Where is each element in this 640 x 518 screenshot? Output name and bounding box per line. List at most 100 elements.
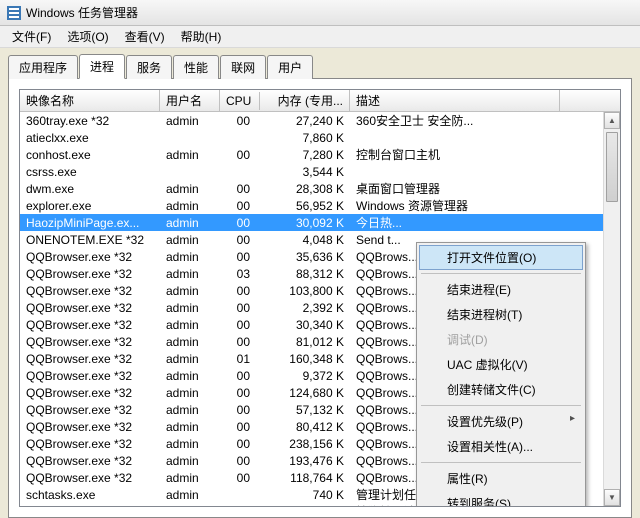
ctx-set-priority[interactable]: 设置优先级(P) bbox=[419, 409, 583, 434]
cell-mem: 118,764 K bbox=[260, 471, 350, 485]
cell-user: admin bbox=[160, 386, 220, 400]
ctx-uac-virtualization[interactable]: UAC 虚拟化(V) bbox=[419, 352, 583, 377]
col-desc[interactable]: 描述 bbox=[350, 90, 560, 111]
cell-name: dwm.exe bbox=[20, 182, 160, 196]
cell-user: admin bbox=[160, 437, 220, 451]
cell-cpu: 00 bbox=[220, 437, 260, 451]
cell-mem: 7,280 K bbox=[260, 148, 350, 162]
cell-user: admin bbox=[160, 505, 220, 508]
ctx-open-file-location[interactable]: 打开文件位置(O) bbox=[419, 245, 583, 270]
cell-mem: 238,156 K bbox=[260, 437, 350, 451]
cell-desc: Windows 资源管理器 bbox=[350, 197, 560, 214]
cell-mem: 22,760 K bbox=[260, 505, 350, 508]
cell-name: QQBrowser.exe *32 bbox=[20, 420, 160, 434]
tab-services[interactable]: 服务 bbox=[126, 55, 172, 79]
cell-user: admin bbox=[160, 335, 220, 349]
cell-cpu: 00 bbox=[220, 301, 260, 315]
cell-cpu: 00 bbox=[220, 505, 260, 508]
cell-name: csrss.exe bbox=[20, 165, 160, 179]
cell-mem: 740 K bbox=[260, 488, 350, 502]
table-row[interactable]: 360tray.exe *32admin0027,240 K360安全卫士 安全… bbox=[20, 112, 620, 129]
ctx-create-dump[interactable]: 创建转储文件(C) bbox=[419, 377, 583, 402]
cell-mem: 88,312 K bbox=[260, 267, 350, 281]
cell-name: explorer.exe bbox=[20, 199, 160, 213]
tab-applications[interactable]: 应用程序 bbox=[8, 55, 78, 79]
cell-mem: 35,636 K bbox=[260, 250, 350, 264]
cell-cpu: 00 bbox=[220, 369, 260, 383]
cell-mem: 3,544 K bbox=[260, 165, 350, 179]
cell-user: admin bbox=[160, 454, 220, 468]
cell-desc: 今日热... bbox=[350, 214, 560, 231]
table-row[interactable]: atieclxx.exe 7,860 K bbox=[20, 129, 620, 146]
cell-mem: 4,048 K bbox=[260, 233, 350, 247]
cell-mem: 57,132 K bbox=[260, 403, 350, 417]
col-user[interactable]: 用户名 bbox=[160, 90, 220, 111]
tab-users[interactable]: 用户 bbox=[267, 55, 313, 79]
menu-options[interactable]: 选项(O) bbox=[59, 26, 116, 47]
menu-help[interactable]: 帮助(H) bbox=[173, 26, 230, 47]
scroll-down-button[interactable]: ▼ bbox=[604, 489, 620, 506]
cell-name: QQBrowser.exe *32 bbox=[20, 386, 160, 400]
cell-name: QQBrowser.exe *32 bbox=[20, 352, 160, 366]
table-row[interactable]: conhost.exeadmin007,280 K控制台窗口主机 bbox=[20, 146, 620, 163]
cell-cpu: 01 bbox=[220, 352, 260, 366]
cell-mem: 81,012 K bbox=[260, 335, 350, 349]
process-listview: 映像名称 用户名 CPU 内存 (专用... 描述 360tray.exe *3… bbox=[19, 89, 621, 507]
cell-name: QQBrowser.exe *32 bbox=[20, 250, 160, 264]
cell-name: QQBrowser.exe *32 bbox=[20, 301, 160, 315]
cell-name: QQBrowser.exe *32 bbox=[20, 267, 160, 281]
cell-cpu: 03 bbox=[220, 267, 260, 281]
cell-cpu: 00 bbox=[220, 233, 260, 247]
col-cpu[interactable]: CPU bbox=[220, 92, 260, 110]
context-menu: 打开文件位置(O) 结束进程(E) 结束进程树(T) 调试(D) UAC 虚拟化… bbox=[416, 242, 586, 507]
ctx-end-process[interactable]: 结束进程(E) bbox=[419, 277, 583, 302]
cell-cpu: 00 bbox=[220, 216, 260, 230]
vertical-scrollbar[interactable]: ▲ ▼ bbox=[603, 112, 620, 506]
cell-mem: 160,348 K bbox=[260, 352, 350, 366]
tab-processes[interactable]: 进程 bbox=[79, 54, 125, 79]
cell-cpu: 00 bbox=[220, 335, 260, 349]
cell-cpu: 00 bbox=[220, 471, 260, 485]
scroll-up-button[interactable]: ▲ bbox=[604, 112, 620, 129]
menu-file[interactable]: 文件(F) bbox=[4, 26, 59, 47]
titlebar: Windows 任务管理器 bbox=[0, 0, 640, 26]
ctx-set-affinity[interactable]: 设置相关性(A)... bbox=[419, 434, 583, 459]
cell-name: QQBrowser.exe *32 bbox=[20, 471, 160, 485]
col-name[interactable]: 映像名称 bbox=[20, 90, 160, 111]
cell-name: HaozipMiniPage.ex... bbox=[20, 216, 160, 230]
ctx-end-process-tree[interactable]: 结束进程树(T) bbox=[419, 302, 583, 327]
ctx-properties[interactable]: 属性(R) bbox=[419, 466, 583, 491]
cell-name: QQBrowser.exe *32 bbox=[20, 437, 160, 451]
table-row[interactable]: HaozipMiniPage.ex...admin0030,092 K今日热..… bbox=[20, 214, 620, 231]
ctx-separator bbox=[421, 462, 581, 463]
cell-name: QQBrowser.exe *32 bbox=[20, 454, 160, 468]
menu-view[interactable]: 查看(V) bbox=[117, 26, 173, 47]
tab-networking[interactable]: 联网 bbox=[220, 55, 266, 79]
tab-performance[interactable]: 性能 bbox=[173, 55, 219, 79]
cell-cpu: 00 bbox=[220, 199, 260, 213]
cell-name: conhost.exe bbox=[20, 148, 160, 162]
cell-mem: 7,860 K bbox=[260, 131, 350, 145]
cell-name: QQBrowser.exe *32 bbox=[20, 403, 160, 417]
table-row[interactable]: explorer.exeadmin0056,952 KWindows 资源管理器 bbox=[20, 197, 620, 214]
cell-user: admin bbox=[160, 250, 220, 264]
tab-strip: 应用程序 进程 服务 性能 联网 用户 bbox=[0, 48, 640, 78]
cell-name: SGTool.exe *32 bbox=[20, 505, 160, 508]
ctx-goto-services[interactable]: 转到服务(S) bbox=[419, 491, 583, 507]
table-row[interactable]: csrss.exe 3,544 K bbox=[20, 163, 620, 180]
table-row[interactable]: dwm.exeadmin0028,308 K桌面窗口管理器 bbox=[20, 180, 620, 197]
cell-name: QQBrowser.exe *32 bbox=[20, 284, 160, 298]
cell-name: schtasks.exe bbox=[20, 488, 160, 502]
cell-cpu: 00 bbox=[220, 403, 260, 417]
cell-name: 360tray.exe *32 bbox=[20, 114, 160, 128]
window-title: Windows 任务管理器 bbox=[26, 4, 138, 21]
cell-cpu: 00 bbox=[220, 284, 260, 298]
cell-cpu: 00 bbox=[220, 386, 260, 400]
cell-mem: 9,372 K bbox=[260, 369, 350, 383]
col-mem[interactable]: 内存 (专用... bbox=[260, 90, 350, 111]
cell-mem: 30,092 K bbox=[260, 216, 350, 230]
scroll-thumb[interactable] bbox=[606, 132, 618, 202]
cell-desc: 360安全卫士 安全防... bbox=[350, 112, 560, 129]
cell-name: atieclxx.exe bbox=[20, 131, 160, 145]
cell-user: admin bbox=[160, 301, 220, 315]
